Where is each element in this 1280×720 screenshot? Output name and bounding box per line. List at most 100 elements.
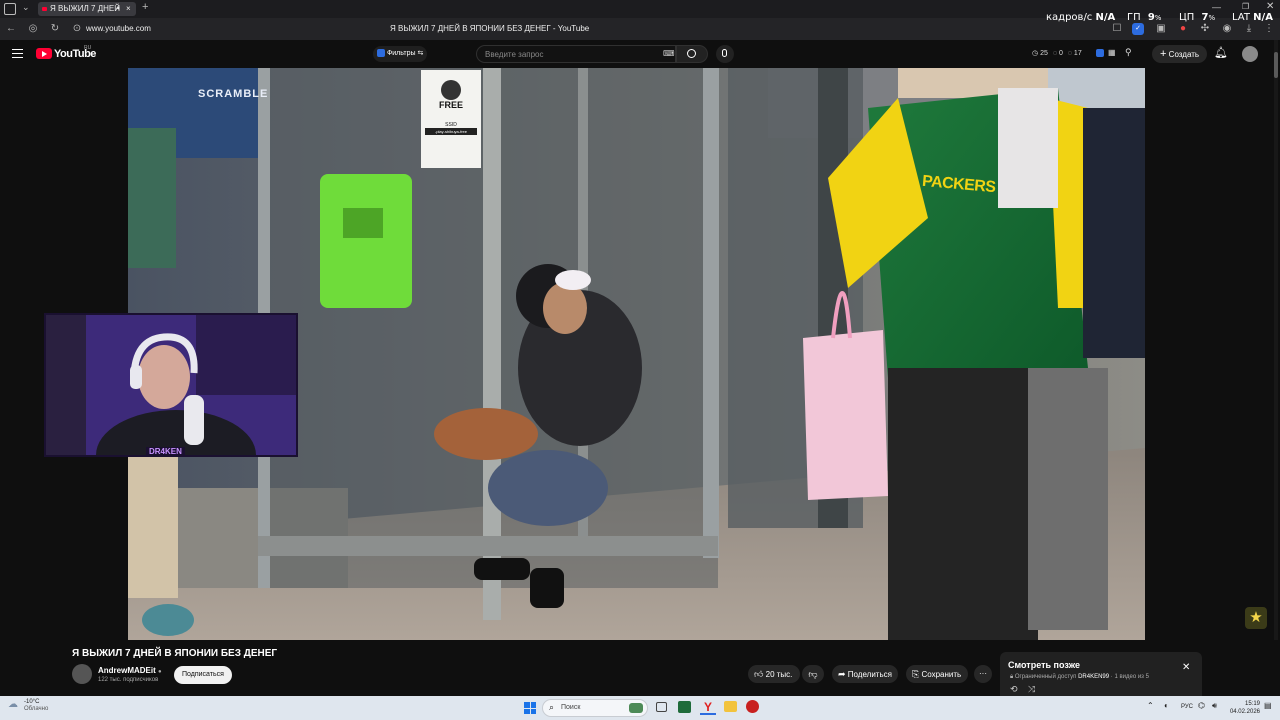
hamburger-menu-icon[interactable] — [12, 49, 23, 58]
access-label: Ограниченный доступ — [1014, 674, 1077, 680]
lat-stat: LAT N/A — [1232, 12, 1273, 23]
task-view-icon[interactable] — [656, 702, 667, 712]
taskbar-search-label: Поиск — [561, 704, 581, 711]
site-info-icon[interactable]: ⊙ — [70, 22, 84, 36]
app-icon[interactable] — [746, 700, 759, 713]
yandex-browser-icon[interactable]: Y — [700, 699, 716, 715]
sign-ssid-value: -play-shibuya-free — [425, 128, 477, 135]
more-actions-button[interactable]: ··· — [974, 665, 992, 683]
extension-icon[interactable]: ▣ — [1154, 22, 1168, 36]
browser-menu-icon[interactable] — [4, 3, 16, 15]
new-tab-icon[interactable]: + — [142, 1, 148, 13]
swap-icon: ⇆ — [417, 50, 424, 57]
share-icon: ➦ — [838, 669, 846, 679]
close-tab-icon[interactable]: × — [126, 2, 131, 16]
subscribe-button[interactable]: Подписаться — [174, 666, 232, 684]
shuffle-icon[interactable]: ⤨ — [1028, 684, 1035, 695]
browser-tab[interactable]: Я ВЫЖИЛ 7 ДНЕЙ ◂ × — [38, 2, 136, 16]
cpu-label: ЦП — [1179, 12, 1195, 23]
clock[interactable]: 15:19 04.02.2026 — [1226, 700, 1260, 716]
back-arrow-icon[interactable]: ← — [4, 22, 18, 36]
webcam-tag: DR4KEN — [146, 447, 185, 455]
youtube-favicon-icon — [42, 7, 47, 11]
page-title: Я ВЫЖИЛ 7 ДНЕЙ В ЯПОНИИ БЕЗ ДЕНЕГ - YouT… — [390, 24, 590, 33]
sign-free-text: FREE — [438, 100, 463, 110]
chevron-down-icon[interactable]: ⌄ — [22, 2, 30, 13]
save-button[interactable]: ⎘ Сохранить — [906, 665, 968, 683]
fps-value: N/A — [1095, 12, 1116, 23]
keyboard-icon[interactable]: ⌨ — [663, 49, 675, 58]
avatar[interactable] — [1242, 46, 1258, 62]
clock-date: 04.02.2026 — [1229, 709, 1260, 715]
wifi-icon[interactable]: ⌬ — [1198, 701, 1205, 710]
dislike-button[interactable]: 👎︎ — [802, 665, 824, 683]
puzzle-icon[interactable]: ✣ — [1198, 22, 1212, 36]
terminal-app-icon[interactable] — [678, 701, 691, 713]
volume-icon[interactable]: 🔊︎ — [1212, 701, 1217, 711]
tray-chevron-icon[interactable]: ⌃ — [1147, 701, 1154, 710]
share-button[interactable]: ➦ Поделиться — [832, 665, 898, 683]
windows-start-icon[interactable] — [524, 702, 536, 714]
reload-icon[interactable]: ↻ — [48, 22, 62, 36]
loop-icon[interactable]: ⟲ — [1010, 684, 1018, 695]
bookmark-icon[interactable]: ☐ — [1110, 22, 1124, 36]
channel-name-text: AndrewMADEit — [98, 666, 156, 675]
voice-search-button[interactable] — [716, 45, 734, 63]
notifications-icon[interactable]: ▤ — [1264, 701, 1272, 710]
filters-button[interactable]: Фильтры ⇆ — [373, 46, 428, 62]
restore-icon[interactable]: ❐ — [1242, 2, 1249, 11]
minimize-icon[interactable]: — — [1212, 2, 1221, 12]
folder-icon[interactable] — [724, 701, 737, 712]
pin-icon[interactable]: ⚲ — [1125, 47, 1132, 58]
counter-a: 25 — [1040, 50, 1048, 57]
channel-avatar[interactable] — [72, 664, 92, 684]
search-input[interactable]: Введите запрос ⌨ — [476, 45, 676, 63]
extension-icon[interactable] — [1096, 49, 1104, 57]
lock-icon: 🔒︎ — [1010, 674, 1014, 680]
taskbar-search[interactable]: ⌕ Поиск — [542, 699, 648, 717]
star-button[interactable]: ★ — [1245, 607, 1267, 629]
extension-icon[interactable]: ◎ — [26, 22, 40, 36]
gpu-value: 9 — [1147, 12, 1155, 23]
like-button[interactable]: 👍︎ 20 тыс. — [748, 665, 800, 683]
menu-icon[interactable]: ⋮ — [1262, 22, 1276, 36]
weather-desc: Облачно — [24, 706, 49, 712]
search-button[interactable] — [676, 45, 708, 63]
extension-counters: ◷ 25 ◌ 0 ◌ 17 — [1032, 49, 1082, 57]
url-text[interactable]: www.youtube.com — [86, 24, 151, 33]
weather-widget[interactable]: ☁ -10°C Облачно — [8, 699, 48, 713]
tab-title: Я ВЫЖИЛ 7 ДНЕЙ — [50, 4, 120, 13]
profile-icon[interactable]: ◉ — [1220, 22, 1234, 36]
region-label: RU — [84, 45, 92, 51]
watch-later-panel[interactable]: Смотреть позже ✕ 🔒︎ Ограниченный доступ … — [1000, 652, 1202, 696]
extension-icon[interactable]: ● — [1176, 22, 1190, 36]
filters-label: Фильтры — [386, 50, 416, 57]
playlist-owner: DR4KEN99 — [1078, 674, 1110, 680]
lat-label: LAT — [1232, 12, 1250, 23]
search-highlight-icon — [629, 703, 643, 713]
playlist-position: 1 видео из 5 — [1114, 674, 1149, 680]
microphone-icon — [722, 49, 727, 57]
language-indicator[interactable]: РУС — [1181, 704, 1193, 710]
more-horizontal-icon: ··· — [979, 669, 987, 678]
create-button[interactable]: + Создать — [1152, 45, 1208, 63]
thumbs-down-icon: 👎︎ — [808, 669, 818, 679]
counter-c: 17 — [1073, 50, 1082, 57]
subscriber-count: 122 тыс. подписчиков — [98, 677, 159, 683]
cpu-stat: ЦП 7% — [1179, 12, 1216, 23]
notifications-bell-icon[interactable]: 🔔︎ — [1214, 46, 1228, 59]
filter-icon — [377, 49, 385, 58]
close-icon[interactable]: ✕ — [1182, 662, 1190, 673]
shield-icon[interactable]: ✓ — [1132, 23, 1144, 35]
grid-icon[interactable]: ▦ — [1108, 48, 1116, 57]
close-window-icon[interactable]: ✕ — [1266, 1, 1274, 12]
tray-icon[interactable]: ◐ — [1164, 701, 1169, 710]
plus-icon: + — [1160, 48, 1167, 60]
storefront-text: SCRAMBLE — [198, 88, 269, 100]
fps-label: кадров/с — [1046, 12, 1093, 23]
like-count: 20 тыс. — [765, 670, 793, 679]
download-icon[interactable]: ⤓ — [1242, 22, 1256, 36]
scrollbar[interactable] — [1274, 40, 1278, 696]
thumbs-up-icon: 👍︎ — [754, 669, 764, 679]
channel-name[interactable]: AndrewMADEit ● — [98, 666, 162, 675]
